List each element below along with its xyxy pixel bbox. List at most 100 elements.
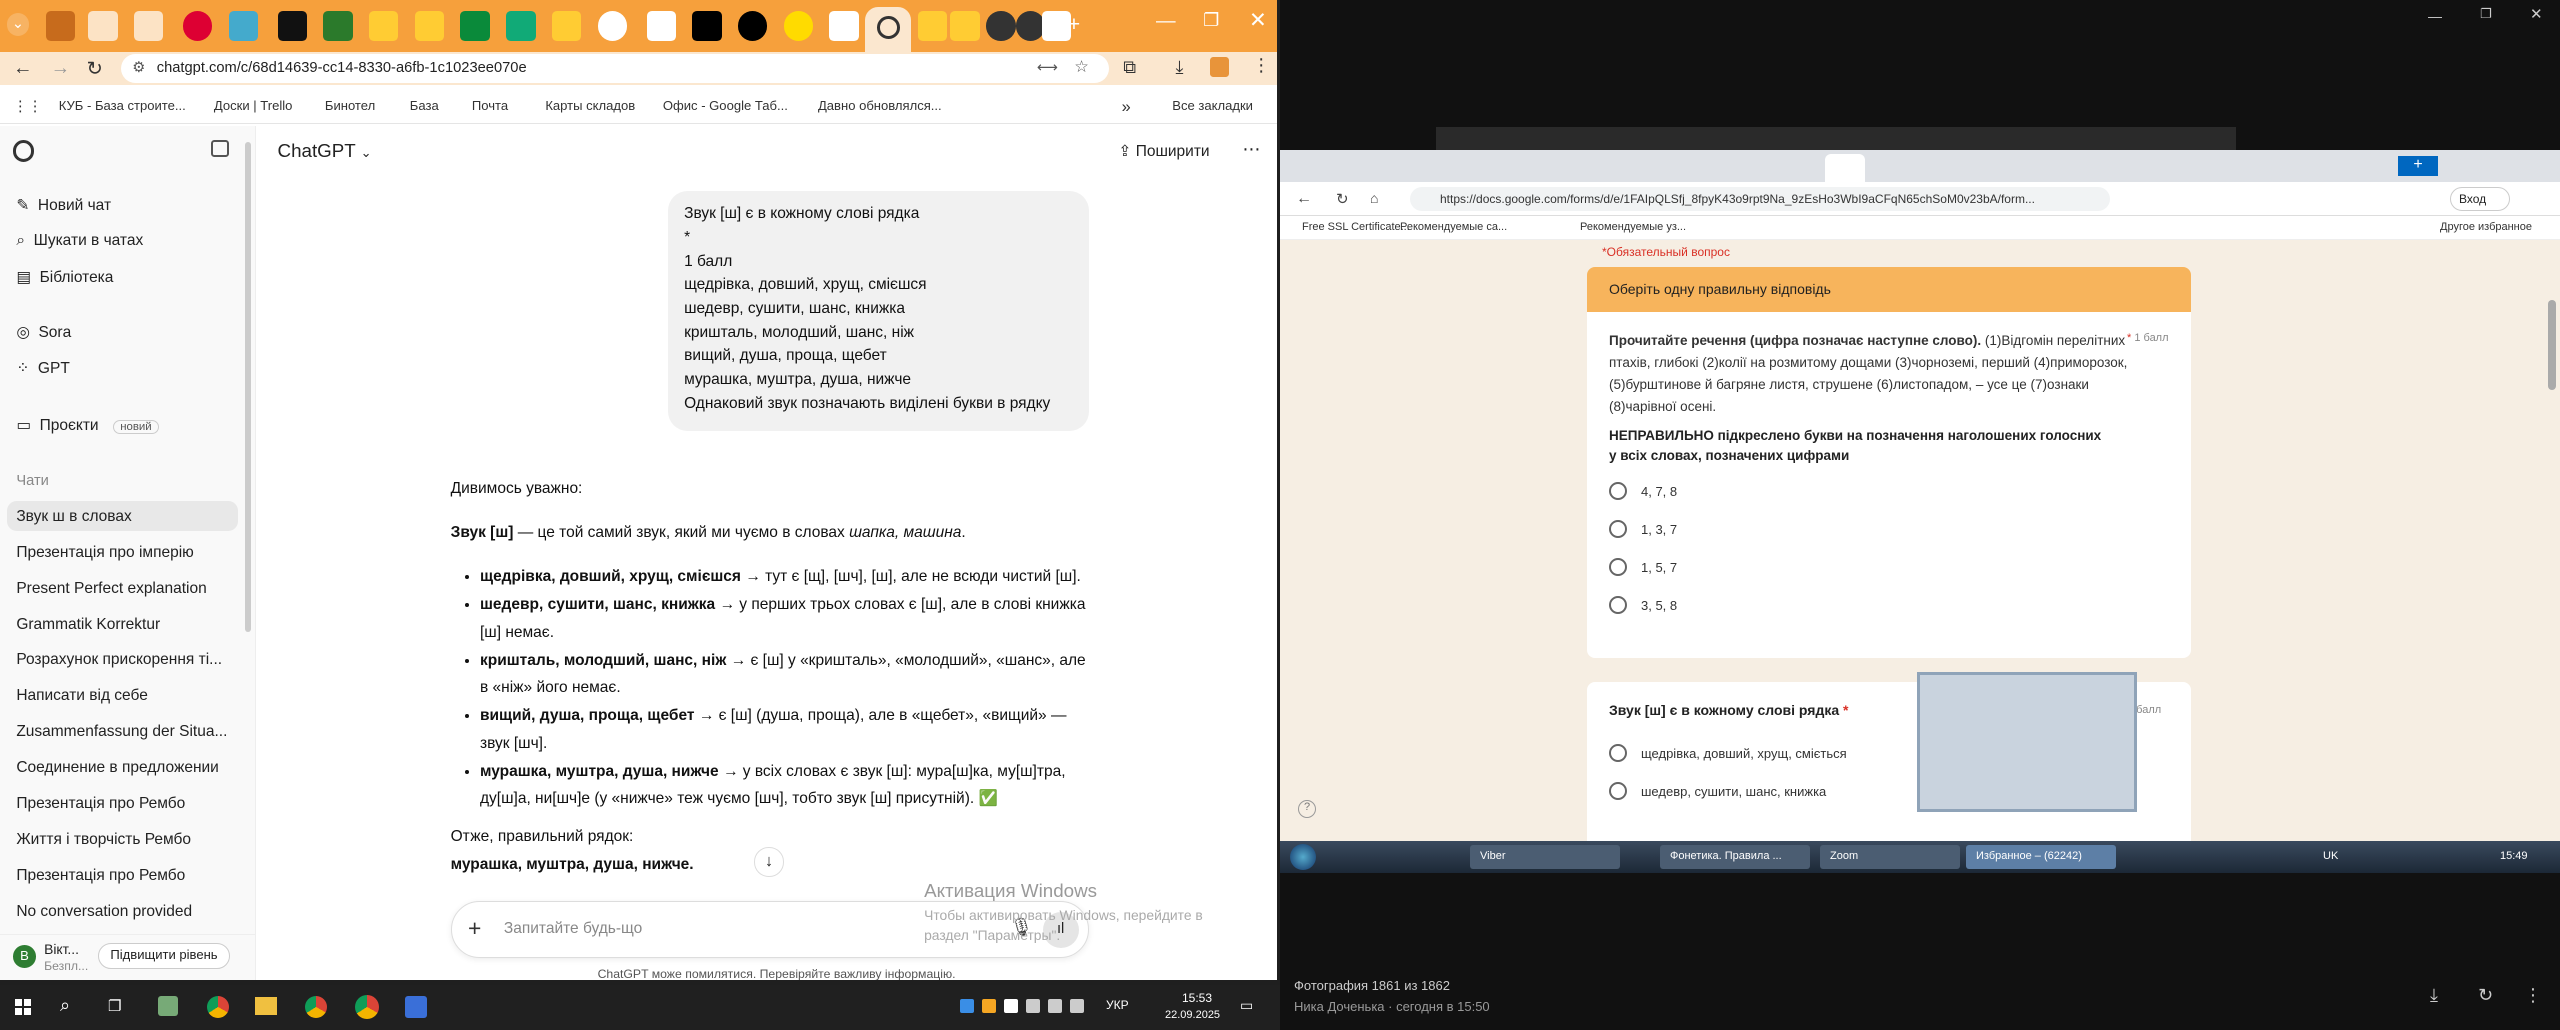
chat-item[interactable]: Розрахунок прискорення ті... — [16, 651, 222, 669]
close-icon[interactable]: ✕ — [1249, 8, 1267, 33]
chat-item[interactable]: Звук ш в словах — [16, 508, 131, 526]
reload-icon[interactable]: ↻ — [87, 57, 103, 81]
chat-item[interactable]: Презентація про імперію — [16, 544, 193, 562]
clock-date[interactable]: 22.09.2025 — [1165, 1009, 1220, 1021]
translate-icon[interactable]: ⟷ — [1037, 59, 1058, 76]
sidebar-toggle-icon[interactable] — [210, 140, 229, 157]
task-view-icon[interactable]: ❐ — [108, 997, 121, 1015]
download-icon[interactable]: ⤓ — [1176, 57, 1184, 78]
tab-favicon[interactable] — [950, 11, 980, 41]
search-icon[interactable]: ⌕ — [60, 995, 70, 1016]
tab-favicon[interactable] — [228, 11, 258, 41]
omnibox[interactable]: ⚙ chatgpt.com/c/68d14639-cc14-8330-a6fb-… — [120, 53, 1109, 84]
minimize-icon[interactable]: — — [1156, 10, 1176, 33]
tab-favicon[interactable] — [551, 11, 582, 41]
model-selector[interactable]: ChatGPT ⌄ — [278, 140, 372, 162]
back-icon[interactable]: ← — [13, 57, 33, 80]
keyboard-lang[interactable]: УКР — [1106, 998, 1129, 1012]
tab-favicon[interactable] — [506, 11, 536, 41]
apps-icon[interactable]: ⋮⋮ — [13, 98, 42, 115]
tab-favicon[interactable] — [692, 11, 722, 41]
extensions-icon[interactable]: ⧉ — [1123, 57, 1136, 78]
chrome-icon[interactable] — [207, 996, 229, 1018]
tab-favicon[interactable] — [182, 11, 213, 41]
chat-item[interactable]: Zusammenfassung der Situa... — [16, 723, 227, 741]
new-tab-icon[interactable]: + — [1068, 13, 1080, 37]
chat-item[interactable]: Present Perfect explanation — [16, 580, 206, 598]
chat-item[interactable]: Презентація про Рембо — [16, 795, 185, 813]
menu-icon[interactable]: ⋮ — [1252, 55, 1270, 76]
tab-google[interactable] — [597, 11, 627, 41]
bookmark[interactable]: Бинотел — [325, 98, 375, 113]
search-chats-button[interactable]: ⌕ Шукати в чатах — [16, 232, 143, 250]
gpt-button[interactable]: ⁘ GPT — [16, 359, 69, 378]
bookmark[interactable]: КУБ - База строите... — [59, 98, 186, 113]
tab-favicon[interactable] — [1015, 11, 1045, 41]
extension-box-icon[interactable] — [1209, 57, 1230, 77]
more-icon[interactable]: ⋮ — [2524, 985, 2542, 1006]
scroll-down-icon[interactable]: ↓ — [754, 847, 784, 877]
start-icon[interactable] — [15, 999, 31, 1015]
app-icon[interactable] — [158, 996, 178, 1016]
all-bookmarks[interactable]: Все закладки — [1172, 98, 1253, 113]
tab-favicon[interactable] — [414, 11, 445, 41]
tab-search-icon[interactable]: ⌄ — [6, 13, 30, 36]
share-button[interactable]: ⇪ Поширити — [1118, 142, 1209, 161]
chat-item[interactable]: Grammatik Korrektur — [16, 616, 160, 634]
tab-favicon[interactable] — [277, 11, 307, 41]
bookmark[interactable]: Офис - Google Таб... — [663, 98, 788, 113]
tab-favicon[interactable] — [1041, 11, 1072, 41]
close-icon[interactable]: ✕ — [2530, 5, 2543, 23]
chevron-more-icon[interactable]: » — [1122, 98, 1131, 117]
tab-favicon[interactable] — [917, 11, 947, 41]
site-info-icon[interactable]: ⚙ — [132, 59, 145, 76]
plus-icon[interactable]: + — [468, 915, 481, 942]
star-icon[interactable]: ☆ — [1074, 57, 1089, 77]
new-chat-button[interactable]: ✎ Новий чат — [16, 196, 111, 215]
chat-item[interactable]: Життя і творчість Рембо — [16, 831, 191, 849]
maximize-icon[interactable]: ❐ — [2480, 6, 2492, 22]
active-tab[interactable] — [865, 6, 912, 53]
bookmark[interactable]: База — [410, 98, 439, 113]
tab-favicon[interactable] — [986, 11, 1016, 41]
forward-icon[interactable]: → — [51, 57, 71, 80]
tab-favicon[interactable] — [646, 11, 676, 41]
avatar[interactable]: В — [13, 944, 36, 968]
bookmark[interactable]: Доски | Trello — [214, 98, 293, 113]
inner-address-bar: https://docs.google.com/forms/d/e/1FAIpQ… — [1410, 187, 2110, 211]
chrome-icon[interactable] — [305, 996, 327, 1018]
tab-sheets[interactable] — [460, 11, 490, 41]
projects-button[interactable]: ▭ Проєкти новий — [16, 416, 160, 435]
tab-favicon[interactable] — [45, 11, 76, 41]
more-icon[interactable]: ⋯ — [1242, 139, 1260, 160]
prompt-input[interactable]: Запитайте будь-що — [504, 920, 642, 938]
sora-button[interactable]: ◎ Sora — [16, 323, 71, 342]
chat-item[interactable]: Написати від себе — [16, 687, 148, 705]
tab-favicon[interactable] — [368, 11, 399, 41]
tab-favicon[interactable] — [783, 11, 814, 41]
upgrade-button[interactable]: Підвищити рівень — [97, 943, 231, 970]
folder-icon[interactable] — [255, 997, 277, 1015]
tab-gmail[interactable] — [133, 11, 164, 41]
app-icon[interactable] — [405, 996, 427, 1018]
sidebar-scrollbar[interactable] — [244, 142, 252, 632]
tab-favicon[interactable] — [829, 11, 859, 41]
chat-item[interactable]: Соединение в предложении — [16, 759, 219, 777]
maximize-icon[interactable]: ❐ — [1203, 10, 1219, 31]
library-button[interactable]: ▤ Бібліотека — [16, 268, 113, 287]
bookmark[interactable]: Почта — [472, 98, 508, 113]
chat-item[interactable]: No conversation provided — [16, 903, 192, 921]
chrome-active-icon[interactable] — [355, 995, 379, 1019]
tab-gmail[interactable] — [88, 11, 118, 41]
minimize-icon[interactable]: — — [2428, 8, 2442, 24]
rotate-icon[interactable]: ↻ — [2478, 985, 2493, 1006]
clock-time[interactable]: 15:53 — [1182, 991, 1212, 1005]
tab-favicon[interactable] — [323, 11, 353, 41]
bookmark[interactable]: Давно обновлялся... — [818, 98, 942, 113]
chat-item[interactable]: Презентація про Рембо — [16, 867, 185, 885]
download-icon[interactable]: ⤓ — [2430, 985, 2438, 1006]
bookmark[interactable]: Карты складов — [545, 98, 635, 113]
tab-favicon[interactable] — [737, 11, 768, 41]
notification-icon[interactable]: ▭ — [1240, 997, 1253, 1014]
openai-logo-icon[interactable] — [13, 140, 35, 162]
